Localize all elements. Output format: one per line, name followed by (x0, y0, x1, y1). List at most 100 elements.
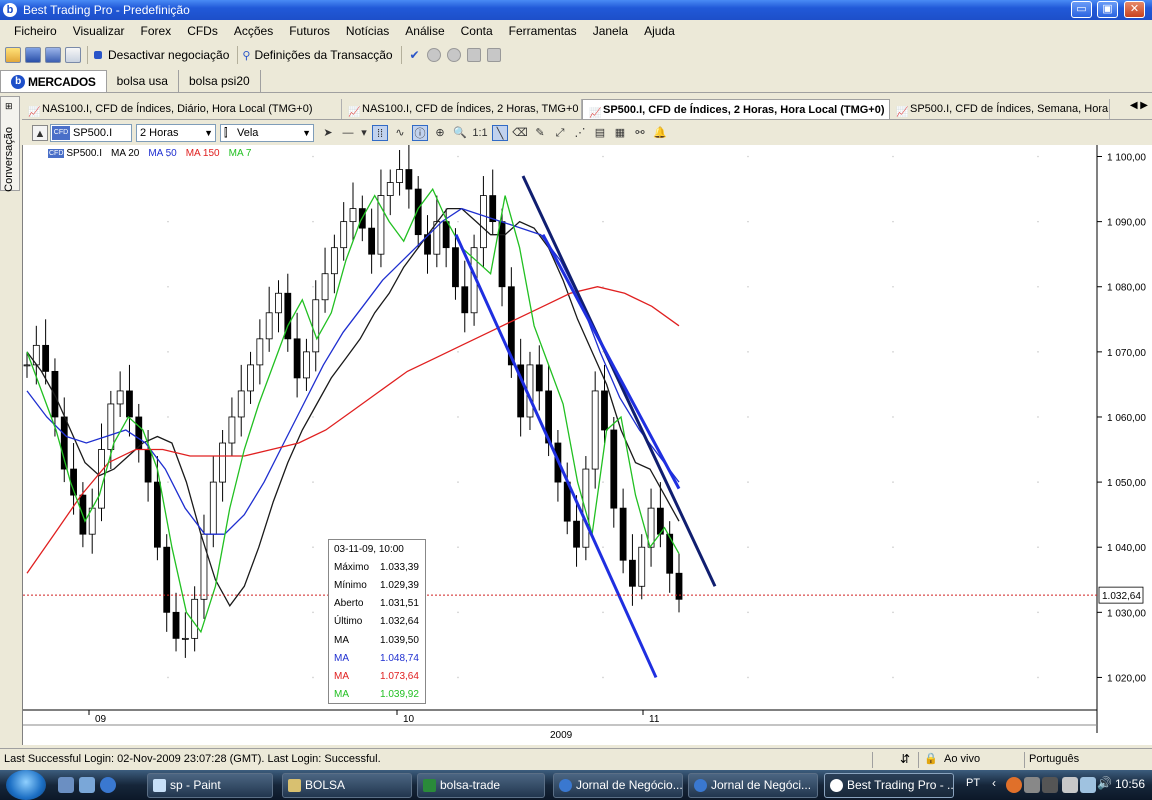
price-chart[interactable]: 1 020,00 1 030,00 1 040,00 1 050,00 1 060,00… (22, 143, 1152, 745)
print-icon[interactable] (65, 47, 81, 63)
grid-dot (457, 676, 459, 679)
grid-dot (602, 481, 604, 483)
conversation-panel-tab[interactable]: ⊞ Conversação (0, 96, 20, 192)
info-value: 1.031,51 (380, 598, 419, 610)
taskbar-jornal-2[interactable]: Jornal de Negóci... (688, 773, 818, 798)
save-all-icon[interactable] (45, 47, 61, 63)
cursor-icon[interactable]: ➤ (320, 125, 336, 141)
chart-tab-sp500-2h[interactable]: 📈 SP500.I, CFD de Índices, 2 Horas, Hora… (582, 99, 890, 119)
open-folder-icon[interactable] (5, 47, 21, 63)
expand-icon[interactable]: ⤢ (552, 125, 568, 141)
menu-visualizar[interactable]: Visualizar (65, 24, 133, 38)
forward-icon[interactable] (446, 48, 461, 62)
connection-icon[interactable]: ⇵ (900, 752, 910, 766)
symbol-input[interactable]: CFD SP500.I (50, 124, 132, 142)
refresh-icon[interactable] (486, 48, 501, 62)
info-row-ma20: MA 1.039,50 (329, 631, 425, 649)
legend-ma7[interactable]: MA 7 (229, 148, 252, 159)
panel-pin-icon[interactable]: ⊞ (5, 101, 13, 112)
legend-ma50[interactable]: MA 50 (148, 148, 176, 159)
tab-scroll-arrows[interactable]: ◀ ▶ (1130, 100, 1148, 111)
tray-expand-icon[interactable]: ‹ (992, 776, 996, 790)
home-icon[interactable] (466, 48, 481, 62)
tab-bolsa-usa[interactable]: bolsa usa (107, 70, 179, 92)
close-button[interactable]: ✕ (1124, 1, 1145, 18)
horizontal-line-icon[interactable]: — (340, 125, 356, 141)
menu-accoes[interactable]: Acções (226, 24, 281, 38)
tray-app-icon[interactable] (1042, 777, 1058, 793)
title-bar[interactable]: b Best Trading Pro - Predefinição ▭ ▣ ✕ (0, 0, 1152, 20)
clock[interactable]: 10:56 (1115, 777, 1145, 791)
taskbar-bolsa-trade[interactable]: bolsa-trade (417, 773, 545, 798)
taskbar-best-trading[interactable]: Best Trading Pro - ... (824, 773, 954, 798)
menu-analise[interactable]: Análise (397, 24, 452, 38)
minimize-button[interactable]: ▭ (1071, 1, 1092, 18)
info-row-high: Máximo 1.033,39 (329, 558, 425, 576)
grid-dot (457, 220, 459, 223)
fibonacci-icon[interactable]: ⋰ (572, 125, 588, 141)
volume-icon[interactable]: 🔊 (1097, 776, 1112, 790)
input-language-indicator[interactable]: PT (966, 777, 980, 789)
draw-icon[interactable]: ✎ (532, 125, 548, 141)
tab-mercados[interactable]: b MERCADOS (0, 70, 107, 92)
back-icon[interactable] (426, 48, 441, 62)
chart-tab-nas100-2h[interactable]: 📈 NAS100.I, CFD de Índices, 2 Horas, TMG… (342, 99, 582, 119)
legend-symbol[interactable]: SP500.I (66, 148, 102, 159)
menu-forex[interactable]: Forex (133, 24, 180, 38)
switch-windows-icon[interactable] (79, 777, 95, 793)
save-icon[interactable] (25, 47, 41, 63)
zoom-reset-button[interactable]: 1:1 (472, 125, 488, 141)
show-desktop-icon[interactable] (58, 777, 74, 793)
info-icon[interactable]: ⓘ (412, 125, 428, 141)
menu-ficheiro[interactable]: Ficheiro (6, 24, 65, 38)
collapse-arrow-icon[interactable]: ▲ (32, 125, 48, 141)
chart-style-select[interactable]: ⫿ Vela ▼ (220, 124, 314, 142)
menu-cfds[interactable]: CFDs (179, 24, 226, 38)
check-icon[interactable]: ✔ (410, 48, 420, 62)
legend-ma150[interactable]: MA 150 (186, 148, 220, 159)
zoom-icon[interactable]: 🔍 (452, 125, 468, 141)
menu-conta[interactable]: Conta (453, 24, 501, 38)
internet-explorer-icon[interactable] (100, 777, 116, 793)
tray-app-icon[interactable] (1006, 777, 1022, 793)
tray-app-icon[interactable] (1024, 777, 1040, 793)
chart-tab-nas100-daily[interactable]: 📈 NAS100.I, CFD de Índices, Diário, Hora… (22, 99, 342, 119)
taskbar-jornal-1[interactable]: Jornal de Negócio... (553, 773, 683, 798)
menu-janela[interactable]: Janela (585, 24, 636, 38)
start-button[interactable] (6, 770, 46, 800)
menu-noticias[interactable]: Notícias (338, 24, 397, 38)
info-key: MA (334, 634, 349, 646)
taskbar-paint[interactable]: sp - Paint (147, 773, 273, 798)
trend-line-icon[interactable]: ╲ (492, 125, 508, 141)
grid-dot (167, 351, 169, 353)
link-icon[interactable]: ⚯ (632, 125, 648, 141)
menu-futuros[interactable]: Futuros (281, 24, 338, 38)
indicator-icon[interactable]: ∿ (392, 125, 408, 141)
deactivate-trading-icon[interactable] (94, 51, 102, 59)
restore-button[interactable]: ▣ (1097, 1, 1118, 18)
chart-canvas[interactable]: 1 020,00 1 030,00 1 040,00 1 050,00 1 060,00… (23, 143, 1152, 745)
menu-ferramentas[interactable]: Ferramentas (501, 24, 585, 38)
language-indicator[interactable]: Português (1029, 753, 1079, 765)
dropdown-arrow-icon[interactable]: ▾ (360, 125, 368, 141)
chart-tab-sp500-week[interactable]: 📈 SP500.I, CFD de Índices, Semana, Hora (890, 99, 1110, 119)
transaction-settings-icon[interactable]: ⚲ (242, 49, 250, 62)
print-chart-icon[interactable]: ▦ (612, 125, 628, 141)
legend-ma20[interactable]: MA 20 (111, 148, 139, 159)
zoom-area-icon[interactable]: ⊕ (432, 125, 448, 141)
taskbar-bolsa-folder[interactable]: BOLSA (282, 773, 412, 798)
eraser-icon[interactable]: ⌫ (512, 125, 528, 141)
info-row-ma50: MA 1.048,74 (329, 649, 425, 667)
template-icon[interactable]: ▤ (592, 125, 608, 141)
network-icon[interactable] (1080, 777, 1096, 793)
interval-select[interactable]: 2 Horas ▼ (136, 124, 216, 142)
paint-icon (153, 779, 166, 792)
tray-app-icon[interactable] (1062, 777, 1078, 793)
tab-bolsa-psi20[interactable]: bolsa psi20 (179, 70, 261, 92)
alert-bell-icon[interactable]: 🔔 (652, 125, 668, 141)
menu-ajuda[interactable]: Ajuda (636, 24, 683, 38)
candle-info-box: 03-11-09, 10:00 Máximo 1.033,39 Mínimo 1.0… (328, 539, 426, 704)
transaction-settings-button[interactable]: Definições da Transacção (254, 48, 392, 62)
crosshair-grid-icon[interactable]: ⁞⁞ (372, 125, 388, 141)
deactivate-trading-button[interactable]: Desactivar negociação (108, 48, 229, 62)
